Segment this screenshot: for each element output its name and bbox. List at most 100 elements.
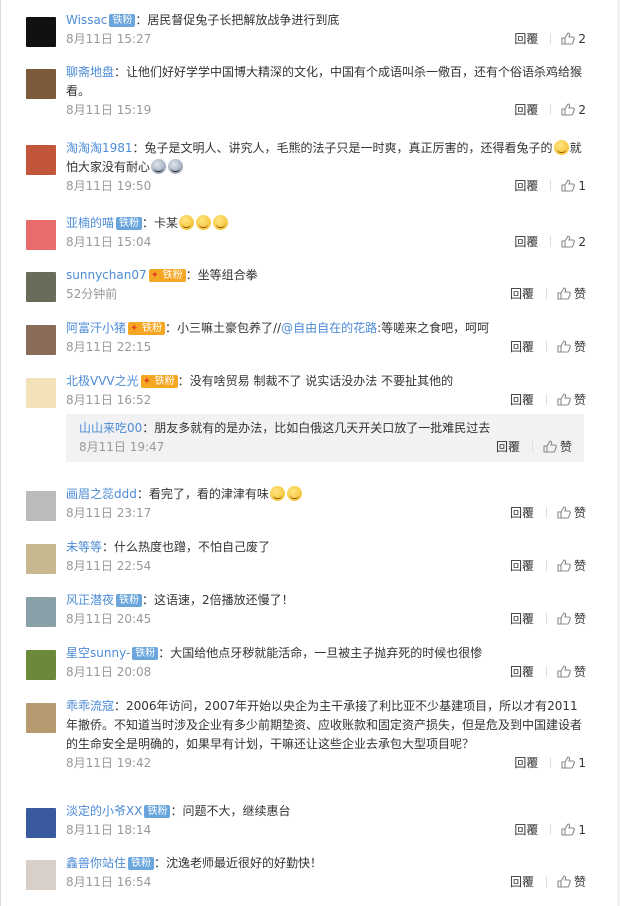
avatar[interactable] (26, 325, 56, 355)
comment-time: 52分钟前 (66, 287, 118, 301)
avatar[interactable] (26, 220, 56, 250)
like-button[interactable]: 赞 (557, 506, 586, 520)
comment-time: 8月11日 15:27 (66, 32, 152, 46)
comment-body: 风正潜夜 铁粉 ：这语速，2倍播放还慢了！ 8月11日 20:45 回覆 赞 (66, 591, 586, 629)
thumbs-up-icon (561, 235, 576, 248)
fan-badge: 铁粉 (116, 217, 143, 230)
comment-item: 鑫兽你站住 铁粉 ：沈逸老师最近很好的好勤快！ 8月11日 16:54 回覆赞 (23, 843, 589, 895)
vip-fan-badge: 铁粉 (128, 322, 166, 335)
like-button[interactable]: 2 (561, 235, 586, 249)
username-link[interactable]: Wissac (66, 13, 107, 27)
username-link[interactable]: 画眉之蕊ddd (66, 487, 137, 501)
comment-text-line: 淘淘淘1981：兔子是文明人、讲究人，毛熊的法子只是一时爽，真正厉害的，还得看兔… (66, 139, 586, 177)
comment-time: 8月11日 20:08 (66, 665, 152, 679)
comment-text: ：2006年访问，2007年开始以央企为主干承接了利比亚不少基建项目，所以才有2… (66, 699, 583, 751)
comment-actions: 回覆 1 (514, 821, 586, 840)
avatar[interactable] (26, 145, 56, 175)
action-divider (545, 341, 547, 352)
reply-button[interactable]: 回覆 (510, 612, 534, 626)
like-button[interactable]: 赞 (557, 612, 586, 626)
comment-body: 鑫兽你站住 铁粉 ：沈逸老师最近很好的好勤快！ 8月11日 16:54 回覆赞 (66, 854, 586, 892)
like-button[interactable]: 1 (561, 756, 586, 770)
avatar[interactable] (26, 860, 56, 890)
avatar[interactable] (26, 597, 56, 627)
thumbs-up-icon (561, 103, 576, 116)
avatar[interactable] (26, 272, 56, 302)
username-link[interactable]: 风正潜夜 (66, 593, 114, 607)
reply-button[interactable]: 回覆 (510, 506, 534, 520)
like-button[interactable]: 赞 (557, 875, 586, 889)
comment-time: 8月11日 15:19 (66, 103, 152, 117)
reply-button[interactable]: 回覆 (514, 756, 538, 770)
action-divider (545, 666, 547, 677)
username-link[interactable]: 亚楠的喵 (66, 216, 114, 230)
username-link[interactable]: 淡定的小爷XX (66, 804, 142, 818)
like-button[interactable]: 1 (561, 179, 586, 193)
avatar[interactable] (26, 650, 56, 680)
avatar[interactable] (26, 703, 56, 733)
avatar[interactable] (26, 544, 56, 574)
username-link[interactable]: sunnychan07 (66, 268, 147, 282)
avatar[interactable] (26, 808, 56, 838)
comment-meta: 8月11日 23:17 回覆 赞 (66, 504, 586, 523)
like-button[interactable]: 1 (561, 823, 586, 837)
comment-time: 8月11日 22:15 (66, 340, 152, 354)
avatar[interactable] (26, 17, 56, 47)
comment-item: 乖乖流寇：2006年访问，2007年开始以央企为主干承接了利比亚不少基建项目，所… (23, 686, 589, 791)
reply-button[interactable]: 回覆 (514, 103, 538, 117)
reply-button[interactable]: 回覆 (514, 235, 538, 249)
reply-button[interactable]: 回覆 (510, 287, 534, 301)
comment-text: ：让他们好好学学中国博大精深的文化，中国有个成语叫杀一儆百，还有个俗语杀鸡给猴看… (66, 65, 583, 98)
comment-actions: 回覆 1 (514, 177, 586, 196)
username-link[interactable]: 鑫兽你站住 (66, 856, 126, 870)
reply-button[interactable]: 回覆 (510, 393, 534, 407)
fan-badge: 铁粉 (128, 857, 155, 870)
avatar[interactable] (26, 69, 56, 99)
action-divider (550, 180, 552, 191)
reply-button[interactable]: 回覆 (514, 32, 538, 46)
username-link[interactable]: 北极VVV之光 (66, 374, 139, 388)
avatar[interactable] (26, 491, 56, 521)
reply-button[interactable]: 回覆 (514, 823, 538, 837)
comment-item: 未等等：什么热度也蹭，不怕自己废了 8月11日 22:54 回覆 赞 (23, 527, 589, 580)
reply-button[interactable]: 回覆 (510, 340, 534, 354)
like-label: 赞 (573, 287, 586, 301)
fan-badge: 铁粉 (132, 647, 159, 660)
username-link[interactable]: 阿富汗小猪 (66, 321, 126, 335)
comment-meta: 8月11日 22:15 回覆 赞 (66, 338, 586, 357)
comment-text-line: 风正潜夜 铁粉 ：这语速，2倍播放还慢了！ (66, 591, 586, 610)
username-link[interactable]: 聊斋地盘 (66, 65, 114, 79)
comment-text: ：沈逸老师最近很好的好勤快！ (154, 856, 323, 870)
like-button[interactable]: 2 (561, 32, 586, 46)
comment-text: ：看完了，看的津津有味 (136, 487, 269, 501)
avatar[interactable] (26, 378, 56, 408)
username-link[interactable]: 未等等 (66, 540, 102, 554)
comment-time: 8月11日 20:45 (66, 612, 152, 626)
reply-button[interactable]: 回覆 (510, 875, 534, 889)
like-button[interactable]: 赞 (557, 393, 586, 407)
like-button[interactable]: 赞 (557, 559, 586, 573)
username-link[interactable]: 乖乖流寇 (66, 699, 114, 713)
reply-button[interactable]: 回覆 (510, 665, 534, 679)
comment-item: 淘淘淘1981：兔子是文明人、讲究人，毛熊的法子只是一时爽，真正厉害的，还得看兔… (23, 128, 589, 203)
comment-actions: 回覆 赞 (510, 504, 586, 523)
like-button[interactable]: 赞 (557, 340, 586, 354)
reply-button[interactable]: 回覆 (496, 440, 520, 454)
comment-text-line: 北极VVV之光铁粉：没有啥贸易 制裁不了 说实话没办法 不要扯其他的 (66, 372, 586, 391)
smile-emoji-icon (213, 215, 229, 230)
like-button[interactable]: 2 (561, 103, 586, 117)
like-button[interactable]: 赞 (543, 440, 572, 454)
like-button[interactable]: 赞 (557, 287, 586, 301)
sub-reply-username[interactable]: 山山来吃00 (79, 421, 142, 435)
username-link[interactable]: 淘淘淘1981 (66, 141, 133, 155)
thumbs-up-icon (557, 559, 571, 572)
mention-link[interactable]: @自由自在的花路 (281, 321, 377, 335)
comment-text-line: 星空sunny- 铁粉 ：大国给他点牙秽就能活命，一旦被主子抛弃死的时候也很惨 (66, 644, 586, 663)
action-divider (545, 507, 547, 518)
like-button[interactable]: 赞 (557, 665, 586, 679)
reply-button[interactable]: 回覆 (510, 559, 534, 573)
like-count: 1 (578, 179, 586, 193)
reply-button[interactable]: 回覆 (514, 179, 538, 193)
comment-actions: 回覆 赞 (510, 557, 586, 576)
username-link[interactable]: 星空sunny- (66, 646, 130, 660)
